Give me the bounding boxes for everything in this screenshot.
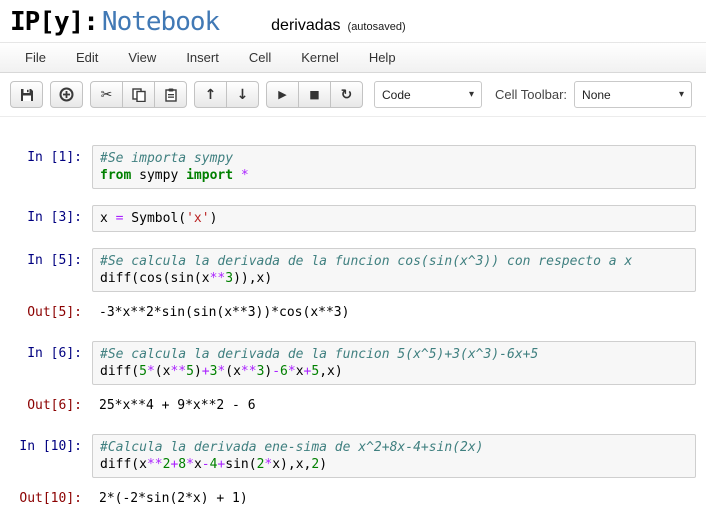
code-editor[interactable]: #Calcula la derivada ene-sima de x^2+8x-… bbox=[92, 434, 696, 478]
arrow-down-icon: ↓ bbox=[237, 88, 249, 102]
menu-file[interactable]: File bbox=[10, 43, 61, 72]
code-line: diff(5*(x**5)+3*(x**3)-6*x+5,x) bbox=[100, 363, 688, 380]
code-cell-input: In [1]:#Se importa sympyfrom sympy impor… bbox=[0, 145, 700, 189]
copy-icon bbox=[132, 88, 146, 102]
code-line: #Calcula la derivada ene-sima de x^2+8x-… bbox=[100, 439, 688, 456]
floppy-icon bbox=[20, 88, 34, 102]
cell-toolbar-value: None bbox=[582, 88, 611, 102]
code-editor[interactable]: #Se calcula la derivada de la funcion co… bbox=[92, 248, 696, 292]
output-prompt: Out[5]: bbox=[0, 300, 92, 320]
cell-type-select[interactable]: Code ▾ bbox=[374, 81, 482, 108]
input-prompt: In [10]: bbox=[0, 434, 92, 454]
refresh-icon: ↻ bbox=[341, 88, 353, 102]
code-line: from sympy import * bbox=[100, 167, 688, 184]
paste-cell-button[interactable] bbox=[154, 81, 187, 108]
code-cell-input: In [10]: #Calcula la derivada ene-sima de… bbox=[0, 434, 700, 478]
menu-insert[interactable]: Insert bbox=[171, 43, 234, 72]
autosave-status: (autosaved) bbox=[348, 21, 406, 33]
code-line: 25*x**4 + 9*x**2 - 6 bbox=[99, 397, 693, 414]
input-prompt: In [5]: bbox=[0, 248, 92, 268]
code-cell-input: In [6]: #Se calcula la derivada de la fun… bbox=[0, 341, 700, 385]
code-line: x = Symbol('x') bbox=[100, 210, 688, 227]
notebook-title[interactable]: derivadas bbox=[271, 17, 340, 35]
code-cell-input: In [3]: x = Symbol('x') bbox=[0, 205, 700, 232]
code-line: diff(x**2+8*x-4+sin(2*x),x,2) bbox=[100, 456, 688, 473]
move-cell-up-button[interactable]: ↑ bbox=[194, 81, 227, 108]
code-editor[interactable]: #Se importa sympyfrom sympy import * bbox=[92, 145, 696, 189]
play-icon: ▶ bbox=[278, 89, 286, 100]
chevron-down-icon: ▾ bbox=[469, 89, 474, 100]
output-text: 2*(-2*sin(2*x) + 1) bbox=[92, 486, 700, 511]
code-line: #Se importa sympy bbox=[100, 150, 688, 167]
add-cell-button[interactable] bbox=[50, 81, 83, 108]
code-line: #Se calcula la derivada de la funcion co… bbox=[100, 253, 688, 270]
output-text: 25*x**4 + 9*x**2 - 6 bbox=[92, 393, 700, 418]
menu-help[interactable]: Help bbox=[354, 43, 411, 72]
menu-view[interactable]: View bbox=[113, 43, 171, 72]
save-button[interactable] bbox=[10, 81, 43, 108]
code-cell-output: Out[5]: -3*x**2*sin(sin(x**3))*cos(x**3) bbox=[0, 300, 700, 325]
stop-icon: ■ bbox=[309, 89, 319, 100]
menu-edit[interactable]: Edit bbox=[61, 43, 113, 72]
code-line: diff(cos(sin(x**3)),x) bbox=[100, 270, 688, 287]
notebook-cells: In [1]:#Se importa sympyfrom sympy impor… bbox=[0, 117, 706, 511]
run-cell-button[interactable]: ▶ bbox=[266, 81, 299, 108]
logo-ip-text: IP[y]: bbox=[10, 7, 98, 37]
restart-kernel-button[interactable]: ↻ bbox=[330, 81, 363, 108]
input-prompt: In [3]: bbox=[0, 205, 92, 225]
move-cell-down-button[interactable]: ↓ bbox=[226, 81, 259, 108]
chevron-down-icon: ▾ bbox=[679, 89, 684, 100]
interrupt-kernel-button[interactable]: ■ bbox=[298, 81, 331, 108]
plus-circle-icon bbox=[59, 87, 74, 102]
toolbar: ✂ ↑ ↓ ▶ ■ ↻ Code ▾ Cell Toolbar: None bbox=[0, 73, 706, 117]
code-line: -3*x**2*sin(sin(x**3))*cos(x**3) bbox=[99, 304, 693, 321]
scissors-icon: ✂ bbox=[101, 88, 113, 102]
code-line: #Se calcula la derivada de la funcion 5(… bbox=[100, 346, 688, 363]
cell-toolbar-label: Cell Toolbar: bbox=[495, 87, 567, 102]
arrow-up-icon: ↑ bbox=[205, 88, 217, 102]
logo-notebook-text: Notebook bbox=[102, 7, 219, 37]
code-cell-input: In [5]: #Se calcula la derivada de la fun… bbox=[0, 248, 700, 292]
input-prompt: In [1]: bbox=[0, 145, 92, 165]
code-line: 2*(-2*sin(2*x) + 1) bbox=[99, 490, 693, 507]
code-cell-output: Out[6]: 25*x**4 + 9*x**2 - 6 bbox=[0, 393, 700, 418]
input-prompt: In [6]: bbox=[0, 341, 92, 361]
menu-cell[interactable]: Cell bbox=[234, 43, 286, 72]
menu-kernel[interactable]: Kernel bbox=[286, 43, 354, 72]
cell-type-value: Code bbox=[382, 88, 411, 102]
output-prompt: Out[10]: bbox=[0, 486, 92, 506]
copy-cell-button[interactable] bbox=[122, 81, 155, 108]
ipython-logo[interactable]: IP[y]:Notebook bbox=[10, 7, 219, 37]
code-cell-output: Out[10]: 2*(-2*sin(2*x) + 1) bbox=[0, 486, 700, 511]
menu-bar: File Edit View Insert Cell Kernel Help bbox=[0, 42, 706, 73]
output-text: -3*x**2*sin(sin(x**3))*cos(x**3) bbox=[92, 300, 700, 325]
clipboard-icon bbox=[164, 88, 178, 102]
code-editor[interactable]: #Se calcula la derivada de la funcion 5(… bbox=[92, 341, 696, 385]
cut-cell-button[interactable]: ✂ bbox=[90, 81, 123, 108]
notebook-header: IP[y]:Notebook derivadas (autosaved) bbox=[0, 0, 706, 42]
cell-toolbar-select[interactable]: None ▾ bbox=[574, 81, 692, 108]
code-editor[interactable]: x = Symbol('x') bbox=[92, 205, 696, 232]
output-prompt: Out[6]: bbox=[0, 393, 92, 413]
